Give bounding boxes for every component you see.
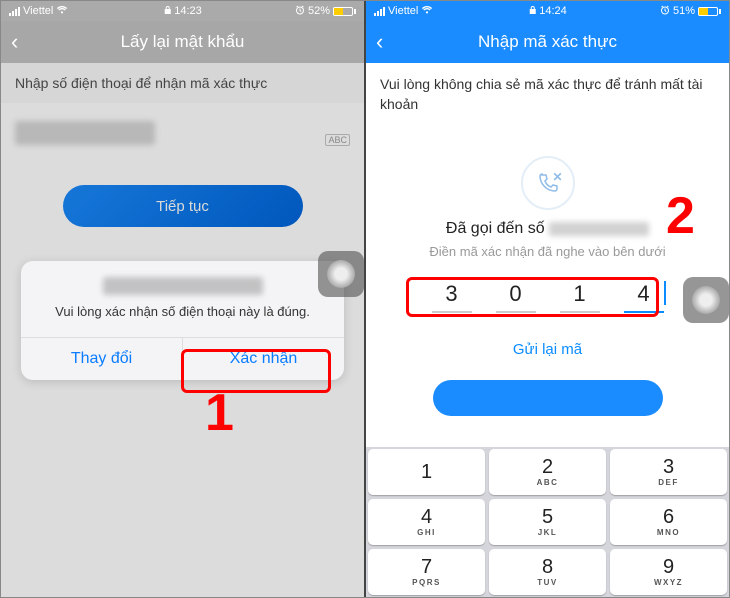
enter-code-text: Điền mã xác nhận đã nghe vào bên dưới [366,244,729,259]
lock-icon [163,5,171,17]
time-label: 14:24 [539,5,567,17]
nav-title: Nhập mã xác thực [478,32,617,52]
screenshot-step-1: Viettel 14:23 52% ‹ Lấy lại mật [1,1,366,597]
alarm-icon [660,5,670,18]
key-8[interactable]: 8TUV [489,549,606,595]
carrier-label: Viettel [23,5,53,17]
code-digit-1[interactable]: 3 [432,281,472,313]
key-7[interactable]: 7PQRS [368,549,485,595]
back-button[interactable]: ‹ [376,29,383,55]
nav-title: Lấy lại mật khẩu [121,32,245,52]
called-number-blurred [549,222,649,236]
continue-button[interactable]: Tiếp tục [63,185,303,227]
code-input-group[interactable]: 3 0 1 4 [366,277,729,319]
signal-icon [374,7,385,16]
screenshot-step-2: Viettel 14:24 51% ‹ Nhập mã xác [366,1,729,597]
assistive-touch[interactable] [318,251,364,297]
status-bar: Viettel 14:23 52% [1,1,364,21]
key-2[interactable]: 2ABC [489,449,606,495]
code-digit-4[interactable]: 4 [624,281,664,313]
signal-icon [9,7,20,16]
wifi-icon [56,5,68,17]
abc-indicator: ABC [325,134,350,146]
back-button[interactable]: ‹ [11,29,18,55]
resend-link[interactable]: Gửi lại mã [366,341,729,358]
code-digit-3[interactable]: 1 [560,281,600,313]
dialog-phone-blurred [103,277,263,295]
battery-pct: 52% [308,5,330,17]
lock-icon [528,5,536,17]
alarm-icon [295,5,305,18]
code-digit-2[interactable]: 0 [496,281,536,313]
confirm-button[interactable]: Xác nhận [183,338,344,380]
key-6[interactable]: 6MNO [610,499,727,545]
wifi-icon [421,5,433,17]
nav-bar: ‹ Lấy lại mật khẩu [1,21,364,63]
missed-call-icon: ✕ [521,156,575,210]
key-3[interactable]: 3DEF [610,449,727,495]
key-4[interactable]: 4GHI [368,499,485,545]
numeric-keypad: 1 2ABC 3DEF 4GHI 5JKL 6MNO 7PQRS 8TUV 9W… [366,447,729,597]
battery-pct: 51% [673,5,695,17]
change-button[interactable]: Thay đổi [21,338,183,380]
instruction-text: Vui lòng không chia sẻ mã xác thực để tr… [366,63,729,126]
confirm-dialog: Vui lòng xác nhận số điện thoại này là đ… [21,261,344,380]
dialog-message: Vui lòng xác nhận số điện thoại này là đ… [21,301,344,337]
nav-bar: ‹ Nhập mã xác thực [366,21,729,63]
key-9[interactable]: 9WXYZ [610,549,727,595]
called-to-text: Đã gọi đến số [366,220,729,238]
phone-input-blurred[interactable] [15,121,155,145]
carrier-label: Viettel [388,5,418,17]
continue-button[interactable] [433,380,663,416]
battery-icon [333,7,356,16]
assistive-touch[interactable] [683,277,729,323]
battery-icon [698,7,721,16]
status-bar: Viettel 14:24 51% [366,1,729,21]
key-1[interactable]: 1 [368,449,485,495]
instruction-text: Nhập số điện thoại để nhận mã xác thực [1,63,364,103]
time-label: 14:23 [174,5,202,17]
key-5[interactable]: 5JKL [489,499,606,545]
step-number-1: 1 [205,383,234,443]
